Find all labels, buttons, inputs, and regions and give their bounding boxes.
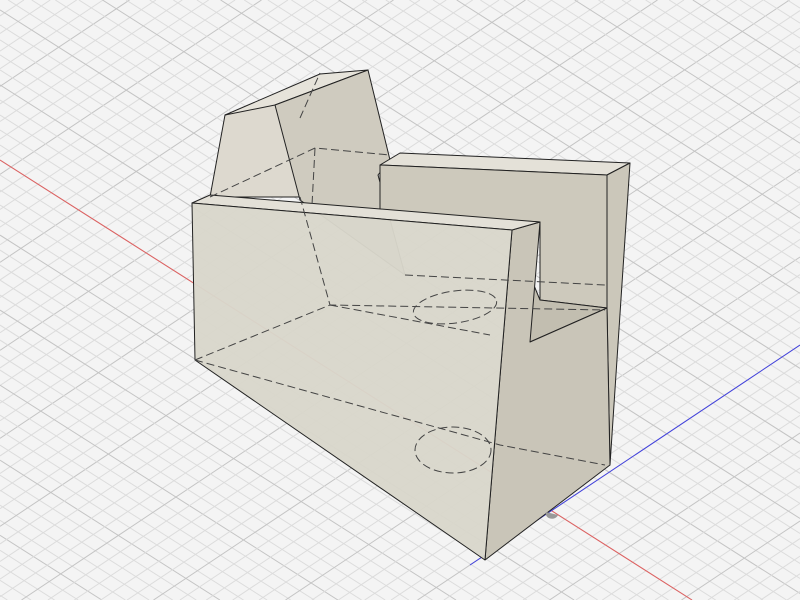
3d-viewport[interactable] [0,0,800,600]
